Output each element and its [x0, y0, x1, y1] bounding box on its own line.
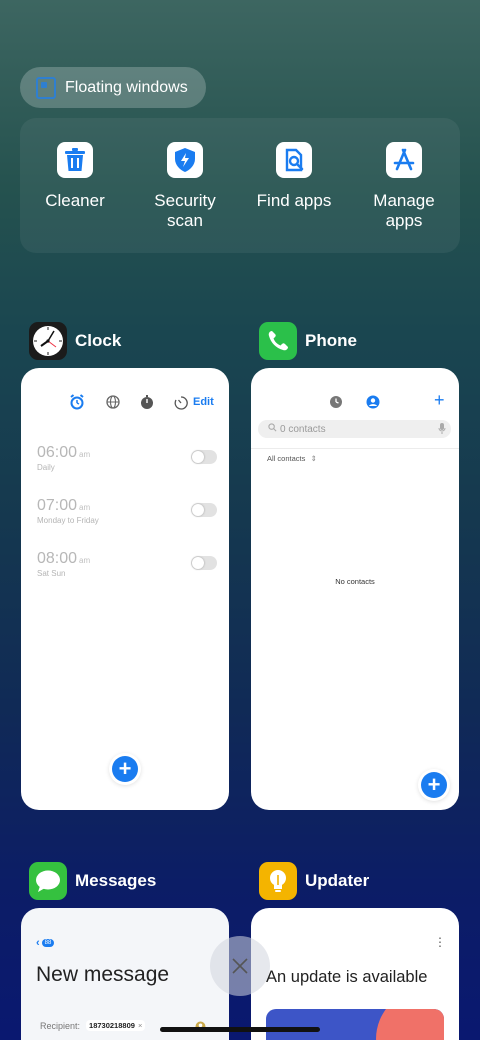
- floating-windows-label: Floating windows: [65, 78, 188, 96]
- messages-app-header[interactable]: Messages: [29, 862, 156, 900]
- alarm-time: 08:00: [37, 550, 78, 567]
- clock-app-icon: [29, 322, 67, 360]
- alarm-ampm: am: [79, 450, 91, 459]
- back-button[interactable]: ‹ 88: [36, 937, 55, 949]
- phone-app-icon: [259, 322, 297, 360]
- unread-count-badge: 88: [41, 939, 55, 947]
- plus-icon: +: [118, 756, 132, 781]
- empty-state-text: No contacts: [335, 577, 375, 586]
- find-apps-button[interactable]: Find apps: [244, 142, 344, 211]
- new-message-title: New message: [36, 963, 170, 986]
- manage-apps-label: Manage apps: [373, 191, 435, 230]
- microphone-icon[interactable]: [438, 423, 446, 438]
- contacts-filter-dropdown[interactable]: All contacts ⇕: [267, 454, 317, 463]
- cleaner-label: Cleaner: [45, 191, 105, 210]
- recents-icon[interactable]: [329, 395, 343, 414]
- recipient-number: 18730218809: [89, 1021, 135, 1030]
- messages-window-card[interactable]: ‹ 88 New message Recipient: 18730218809 …: [21, 908, 229, 1040]
- update-available-title: An update is available: [266, 968, 428, 986]
- app-store-icon: [386, 142, 422, 178]
- sort-icon: ⇕: [310, 454, 317, 463]
- add-contact-button[interactable]: +: [434, 391, 445, 409]
- updater-app-icon: [259, 862, 297, 900]
- home-indicator[interactable]: [160, 1027, 320, 1032]
- recipient-field[interactable]: Recipient: 18730218809 ×: [40, 1020, 146, 1031]
- search-placeholder: 0 contacts: [280, 423, 326, 435]
- clock-app-name: Clock: [75, 331, 122, 350]
- alarm-time: 06:00: [37, 444, 78, 461]
- alarm-item[interactable]: 08:00 am Sat Sun: [37, 550, 217, 578]
- trash-icon: [57, 142, 93, 178]
- more-options-icon[interactable]: ⋮: [434, 936, 446, 948]
- floating-windows-button[interactable]: Floating windows: [20, 67, 206, 108]
- remove-recipient-icon[interactable]: ×: [138, 1021, 142, 1030]
- timer-icon[interactable]: [173, 394, 189, 415]
- phone-app-name: Phone: [305, 331, 357, 350]
- alarm-toggle[interactable]: [191, 556, 217, 570]
- update-banner-image: [266, 1009, 444, 1040]
- recipient-chip[interactable]: 18730218809 ×: [86, 1020, 146, 1031]
- stopwatch-icon[interactable]: [139, 394, 155, 415]
- alarm-icon[interactable]: [69, 394, 85, 415]
- alarm-repeat: Sat Sun: [37, 569, 66, 578]
- phone-app-header[interactable]: Phone: [259, 322, 357, 360]
- alarm-item[interactable]: 07:00 am Monday to Friday: [37, 497, 217, 525]
- cleaner-button[interactable]: Cleaner: [25, 142, 125, 211]
- shield-bolt-icon: [167, 142, 203, 178]
- alarm-toggle[interactable]: [191, 450, 217, 464]
- back-chevron-icon: ‹: [36, 937, 40, 949]
- close-icon: [232, 958, 248, 974]
- find-apps-label: Find apps: [256, 191, 332, 210]
- messages-app-icon: [29, 862, 67, 900]
- manage-apps-button[interactable]: Manage apps: [354, 142, 454, 231]
- alarm-repeat: Daily: [37, 463, 55, 472]
- contact-search-input[interactable]: 0 contacts: [258, 420, 451, 438]
- divider: [251, 448, 459, 449]
- search-icon: [268, 423, 277, 435]
- contacts-icon[interactable]: [366, 395, 380, 414]
- updater-window-card[interactable]: ⋮ An update is available: [251, 908, 459, 1040]
- phone-window-card[interactable]: + 0 contacts All contacts ⇕ No contacts …: [251, 368, 459, 810]
- clock-tab-bar: Edit: [21, 394, 229, 412]
- updater-app-header[interactable]: Updater: [259, 862, 369, 900]
- clock-app-header[interactable]: Clock: [29, 322, 121, 360]
- dial-button[interactable]: +: [421, 772, 447, 798]
- updater-app-name: Updater: [305, 871, 370, 890]
- close-all-button[interactable]: [210, 936, 270, 996]
- security-scan-button[interactable]: Security scan: [135, 142, 235, 231]
- recipient-label: Recipient:: [40, 1020, 81, 1031]
- alarm-ampm: am: [79, 556, 91, 565]
- security-scan-label: Security scan: [154, 191, 216, 230]
- clock-window-card[interactable]: Edit 06:00 am Daily 07:00 am Monday to Fri…: [21, 368, 229, 810]
- alarm-toggle[interactable]: [191, 503, 217, 517]
- contacts-filter-label: All contacts: [267, 454, 306, 463]
- plus-icon: +: [427, 772, 441, 797]
- floating-window-icon: [36, 76, 56, 99]
- alarm-item[interactable]: 06:00 am Daily: [37, 444, 217, 472]
- add-alarm-button[interactable]: +: [112, 756, 138, 782]
- alarm-time: 07:00: [37, 497, 78, 514]
- quick-tools-panel: Cleaner Security scan Find apps Manage a…: [20, 118, 460, 253]
- edit-button[interactable]: Edit: [193, 396, 214, 408]
- messages-app-name: Messages: [75, 871, 157, 890]
- search-doc-icon: [276, 142, 312, 178]
- alarm-ampm: am: [79, 503, 91, 512]
- alarm-repeat: Monday to Friday: [37, 516, 99, 525]
- world-clock-icon[interactable]: [105, 394, 121, 415]
